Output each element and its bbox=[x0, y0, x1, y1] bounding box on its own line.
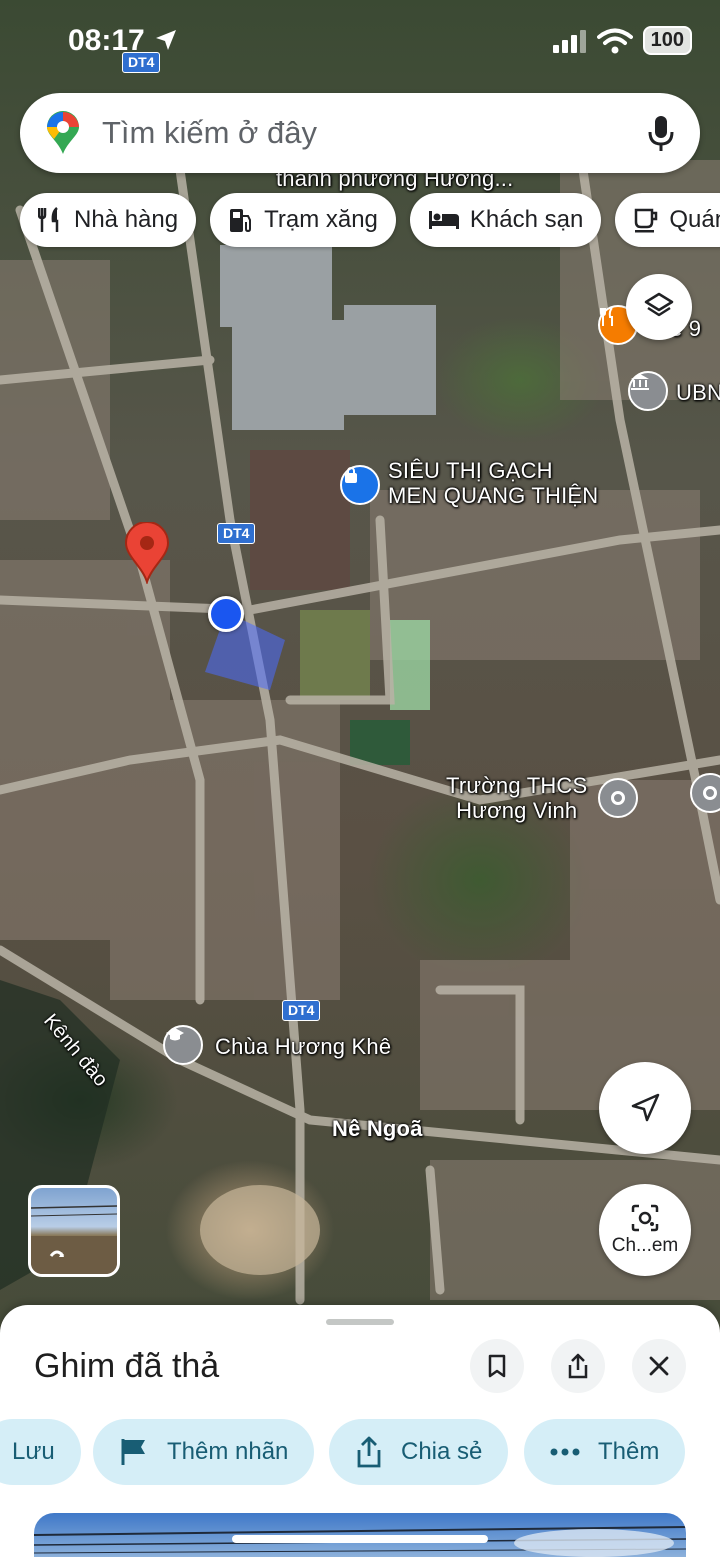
place-sheet[interactable]: Ghim đã thả Lưu Thêm nhãn Chia sẻ Thêm bbox=[0, 1305, 720, 1557]
chip-label: Khách sạn bbox=[469, 206, 584, 233]
microphone-icon[interactable] bbox=[648, 114, 674, 152]
chip-hotels[interactable]: Khách sạn bbox=[409, 193, 602, 247]
sheet-title: Ghim đã thả bbox=[34, 1347, 220, 1385]
government-building-icon[interactable] bbox=[628, 371, 668, 411]
map-label-ubn[interactable]: UBN bbox=[676, 380, 720, 405]
chip-cafe[interactable]: Quán bbox=[615, 193, 720, 247]
bookmark-icon bbox=[488, 1354, 506, 1378]
street-view-thumbnail[interactable] bbox=[28, 1185, 120, 1277]
action-label: Chia sẻ bbox=[401, 1438, 483, 1465]
dropped-pin-icon[interactable] bbox=[124, 522, 170, 584]
street-view-image bbox=[31, 1205, 117, 1274]
flag-icon bbox=[121, 1439, 145, 1465]
category-chips: Nhà hàng Trạm xăng Khách sạn Quán bbox=[20, 193, 720, 247]
my-location-dot[interactable] bbox=[208, 596, 244, 632]
action-label: Thêm nhãn bbox=[167, 1438, 289, 1465]
share-icon bbox=[568, 1353, 588, 1379]
status-time: 08:17 bbox=[68, 24, 145, 57]
maps-pin-logo-icon bbox=[47, 111, 79, 154]
map-label-sieu-thi[interactable]: SIÊU THỊ GẠCH MEN QUANG THIỆN bbox=[388, 458, 598, 509]
sheet-drag-handle[interactable] bbox=[326, 1319, 394, 1325]
fork-knife-icon bbox=[38, 207, 59, 232]
more-dots-icon bbox=[550, 1448, 580, 1456]
close-button[interactable] bbox=[632, 1339, 686, 1393]
action-label: Thêm bbox=[598, 1438, 660, 1465]
map-label-chua[interactable]: Chùa Hương Khê bbox=[215, 1034, 391, 1059]
chip-label: Trạm xăng bbox=[264, 206, 378, 233]
home-indicator[interactable] bbox=[232, 1535, 488, 1543]
road-shield: DT4 bbox=[282, 1000, 321, 1022]
recenter-button[interactable] bbox=[599, 1062, 691, 1154]
navigation-arrow-icon bbox=[631, 1093, 660, 1122]
chip-gas[interactable]: Trạm xăng bbox=[210, 193, 396, 247]
chip-restaurants[interactable]: Nhà hàng bbox=[20, 193, 197, 247]
share-action-button[interactable]: Chia sẻ bbox=[329, 1419, 509, 1485]
chip-label: Quán bbox=[669, 206, 720, 233]
school-pin-icon[interactable] bbox=[598, 778, 638, 818]
action-buttons: Lưu Thêm nhãn Chia sẻ Thêm bbox=[0, 1419, 720, 1485]
signal-icon bbox=[552, 29, 586, 53]
save-bookmark-button[interactable] bbox=[470, 1339, 524, 1393]
coffee-cup-icon bbox=[635, 208, 658, 233]
map-label-ne-ngoa: Nê Ngoã bbox=[332, 1116, 423, 1141]
wifi-icon bbox=[596, 28, 633, 53]
search-bar[interactable]: Tìm kiếm ở đây bbox=[20, 93, 700, 173]
chip-label: Nhà hàng bbox=[74, 206, 179, 233]
action-label: Lưu bbox=[12, 1438, 55, 1465]
more-button[interactable]: Thêm bbox=[524, 1419, 686, 1485]
location-arrow-icon bbox=[156, 30, 176, 50]
share-icon bbox=[357, 1436, 381, 1468]
close-icon bbox=[649, 1356, 669, 1376]
gas-station-icon bbox=[230, 209, 252, 233]
layers-icon bbox=[644, 292, 674, 317]
bed-icon bbox=[428, 211, 459, 229]
road-shield: DT4 bbox=[217, 523, 256, 545]
lens-search-button[interactable]: Ch...em bbox=[599, 1184, 691, 1276]
camera-search-icon bbox=[631, 1204, 659, 1232]
lens-label: Ch...em bbox=[611, 1235, 679, 1256]
search-input[interactable]: Tìm kiếm ở đây bbox=[102, 115, 648, 151]
add-label-button[interactable]: Thêm nhãn bbox=[93, 1419, 315, 1485]
graduation-cap-icon[interactable] bbox=[163, 1025, 203, 1065]
layers-button[interactable] bbox=[626, 274, 692, 340]
save-action-button[interactable]: Lưu bbox=[0, 1419, 81, 1485]
map-label-truong[interactable]: Trường THCS Hương Vinh bbox=[446, 773, 587, 824]
share-button[interactable] bbox=[551, 1339, 605, 1393]
battery-indicator: 100 bbox=[642, 26, 692, 55]
shopping-bag-icon[interactable] bbox=[340, 465, 380, 505]
